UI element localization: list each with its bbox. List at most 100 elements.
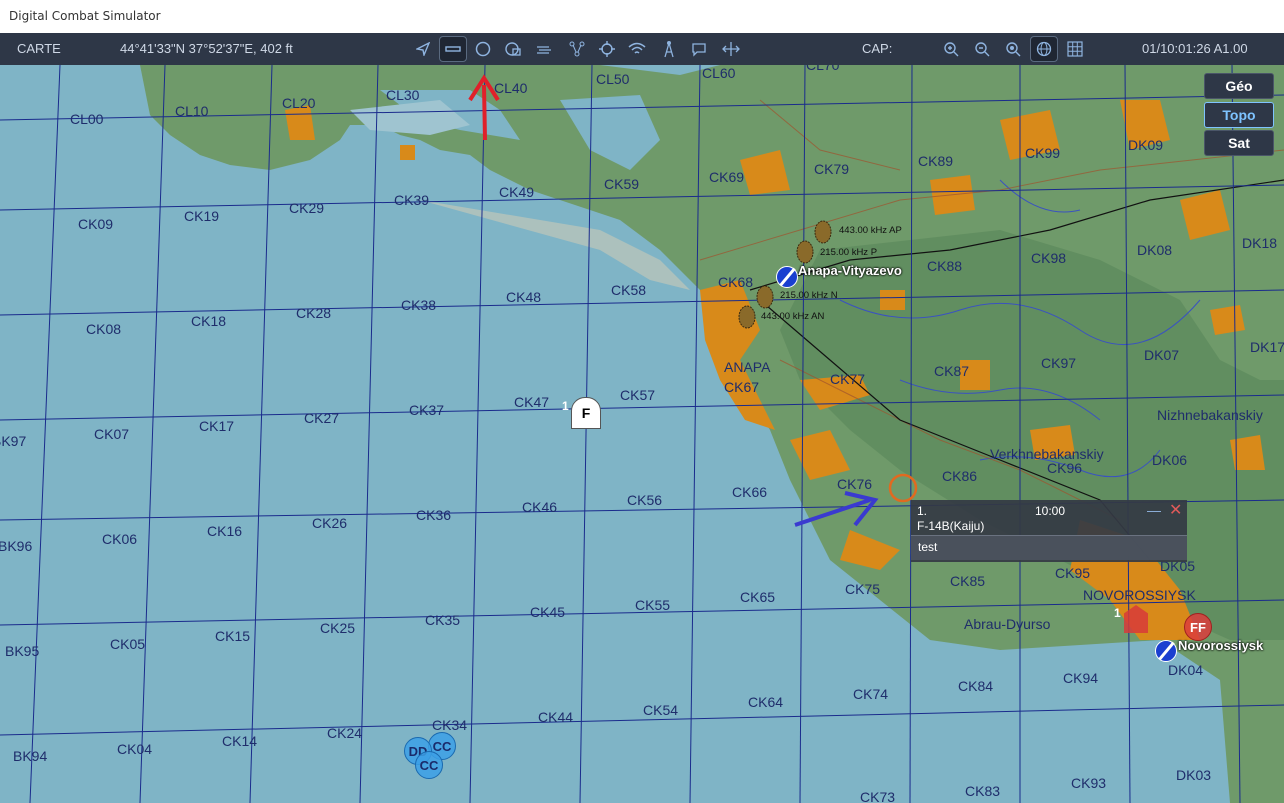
- airbase-icon[interactable]: [1155, 640, 1177, 662]
- ruler-icon[interactable]: [439, 36, 467, 62]
- beacon-frequency: 215.00 kHz P: [820, 247, 878, 258]
- red-unit-ff[interactable]: FF: [1184, 613, 1212, 641]
- grid-label: CK84: [958, 678, 994, 694]
- grid-label: CK79: [814, 161, 850, 177]
- resize-icon[interactable]: [718, 37, 744, 61]
- unit-count: 1: [1114, 606, 1121, 620]
- cap-label: CAP:: [862, 41, 893, 56]
- grid-label: CK99: [1025, 145, 1061, 161]
- close-icon[interactable]: ✕: [1169, 500, 1182, 520]
- grid-label: CK74: [853, 686, 889, 702]
- grid-label: CK09: [78, 216, 114, 232]
- ndb-beacon-icon[interactable]: [813, 220, 833, 244]
- grid-label: CK59: [604, 176, 640, 192]
- grid-label: CK58: [611, 282, 647, 298]
- minimize-icon[interactable]: —: [1147, 502, 1161, 518]
- grid-label: CK48: [506, 289, 542, 305]
- grid-label: CK26: [312, 515, 348, 531]
- zoom-out-icon[interactable]: [969, 37, 995, 61]
- beacon-frequency: 443.00 kHz AP: [839, 225, 902, 236]
- grid-label: CK08: [86, 321, 122, 337]
- grid-label: CK38: [401, 297, 437, 313]
- grid-label: CK76: [837, 476, 873, 492]
- map-mode-label: CARTE: [17, 41, 61, 56]
- grid-label: CL10: [175, 103, 209, 119]
- comment-input-value[interactable]: test: [918, 540, 937, 554]
- beacon-frequency: 215.00 kHz N: [780, 290, 838, 301]
- grid-label: BK94: [13, 748, 48, 764]
- grid-label: CK15: [215, 628, 251, 644]
- city-label: Abrau-Dyurso: [964, 616, 1051, 632]
- tower-icon[interactable]: [656, 37, 682, 61]
- grid-label: CK46: [522, 499, 558, 515]
- popup-index: 1.: [917, 504, 928, 518]
- grid-label: DK18: [1242, 235, 1278, 251]
- circle-icon[interactable]: [470, 37, 496, 61]
- navigate-icon[interactable]: [410, 37, 436, 61]
- grid-label: CK57: [620, 387, 656, 403]
- grid-label: CK55: [635, 597, 671, 613]
- grid-label: CK25: [320, 620, 356, 636]
- layers-icon[interactable]: [500, 37, 526, 61]
- zoom-in-icon[interactable]: [938, 37, 964, 61]
- grid-label: CK27: [304, 410, 340, 426]
- wifi-icon[interactable]: [624, 37, 650, 61]
- grid-label: CK45: [530, 604, 566, 620]
- grid-label: CL70: [806, 65, 840, 73]
- grid-label: CK96: [1047, 460, 1083, 476]
- grid-label: CK17: [199, 418, 235, 434]
- map-canvas[interactable]: CL00 CL10 CL20 CL30 CL40 CL50 CL60 CL70 …: [0, 65, 1284, 803]
- globe-icon[interactable]: [1030, 36, 1058, 62]
- grid-label: CL30: [386, 87, 420, 103]
- chat-icon[interactable]: [686, 37, 712, 61]
- weather-icon[interactable]: [532, 37, 558, 61]
- grid-label: CK18: [191, 313, 227, 329]
- grid-label: CK64: [748, 694, 784, 710]
- grid-label: BK95: [5, 643, 40, 659]
- grid-label: DK04: [1168, 662, 1204, 678]
- grid-label: CK06: [102, 531, 138, 547]
- map-terrain: [0, 65, 1284, 803]
- grid-label: CK93: [1071, 775, 1107, 791]
- beacon-frequency: 443.00 kHz AN: [761, 311, 825, 322]
- ndb-beacon-icon[interactable]: [755, 285, 775, 309]
- city-label: Nizhnebakanskiy: [1157, 407, 1263, 423]
- ndb-beacon-icon[interactable]: [737, 305, 757, 329]
- grid-label: CK24: [327, 725, 363, 741]
- airbase-icon[interactable]: [776, 266, 798, 288]
- blue-unit-cc[interactable]: CC: [415, 751, 443, 779]
- grid-label: CK47: [514, 394, 550, 410]
- grid-label: CK68: [718, 274, 754, 290]
- city-label: Verkhnebakanskiy: [990, 446, 1104, 462]
- comment-input[interactable]: test: [911, 535, 1187, 560]
- grid-label: CK07: [94, 426, 130, 442]
- airbase-label: Novorossiysk: [1178, 638, 1264, 653]
- grid-label: CK73: [860, 789, 896, 803]
- grid-label: CK89: [918, 153, 954, 169]
- grid-icon[interactable]: [1062, 37, 1088, 61]
- grid-label: CK44: [538, 709, 574, 725]
- unit-comment-popup: 1. 10:00 — ✕ F-14B(Kaiju) test: [911, 500, 1187, 562]
- grid-label: CK65: [740, 589, 776, 605]
- grid-label: CK37: [409, 402, 445, 418]
- popup-unit-name: F-14B(Kaiju): [917, 519, 985, 533]
- target-icon[interactable]: [594, 37, 620, 61]
- grid-label: CL00: [70, 111, 104, 127]
- grid-label: CK56: [627, 492, 663, 508]
- layer-geo-button[interactable]: Géo: [1204, 73, 1274, 99]
- grid-label: CL50: [596, 71, 630, 87]
- grid-label: CK98: [1031, 250, 1067, 266]
- flight-unit-marker[interactable]: F: [571, 397, 601, 429]
- layer-sat-button[interactable]: Sat: [1204, 130, 1274, 156]
- grid-label: DK06: [1152, 452, 1188, 468]
- city-label: ANAPA: [724, 359, 771, 375]
- waypoint-icon[interactable]: [564, 37, 590, 61]
- zoom-fit-icon[interactable]: [1000, 37, 1026, 61]
- grid-label: CK36: [416, 507, 452, 523]
- grid-label: CK19: [184, 208, 220, 224]
- grid-label: CK88: [927, 258, 963, 274]
- grid-label: CK67: [724, 379, 760, 395]
- grid-label: CK85: [950, 573, 986, 589]
- layer-topo-button[interactable]: Topo: [1204, 102, 1274, 128]
- ndb-beacon-icon[interactable]: [795, 240, 815, 264]
